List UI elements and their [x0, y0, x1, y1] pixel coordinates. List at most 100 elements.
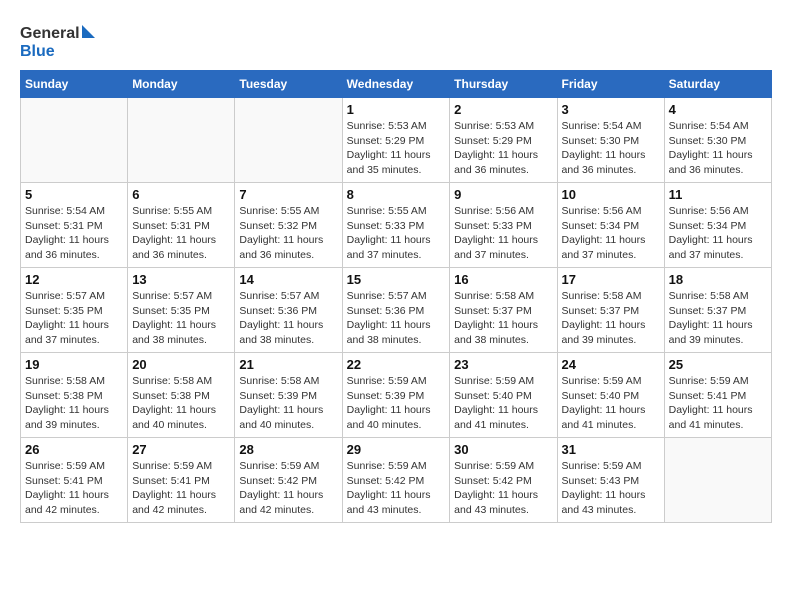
calendar-cell: 15 Sunrise: 5:57 AMSunset: 5:36 PMDayligh… — [342, 268, 450, 353]
day-number: 1 — [347, 102, 446, 117]
calendar-cell: 9Sunrise: 5:56 AMSunset: 5:33 PMDaylight… — [450, 183, 557, 268]
page-header: GeneralBlue — [20, 20, 772, 60]
week-row-5: 26 Sunrise: 5:59 AMSunset: 5:41 PMDayligh… — [21, 438, 772, 523]
day-number: 7 — [239, 187, 337, 202]
day-number: 28 — [239, 442, 337, 457]
day-info: Sunrise: 5:53 AMSunset: 5:29 PMDaylight:… — [454, 119, 552, 178]
calendar-cell: 28 Sunrise: 5:59 AMSunset: 5:42 PMDayligh… — [235, 438, 342, 523]
day-number: 25 — [669, 357, 767, 372]
day-info: Sunrise: 5:57 AMSunset: 5:36 PMDaylight:… — [239, 289, 337, 348]
calendar-cell — [235, 98, 342, 183]
calendar-cell: 24Sunrise: 5:59 AMSunset: 5:40 PMDayligh… — [557, 353, 664, 438]
day-number: 23 — [454, 357, 552, 372]
day-number: 19 — [25, 357, 123, 372]
calendar-cell: 13Sunrise: 5:57 AMSunset: 5:35 PMDayligh… — [128, 268, 235, 353]
day-info: Sunrise: 5:58 AMSunset: 5:38 PMDaylight:… — [25, 374, 123, 433]
day-info: Sunrise: 5:55 AMSunset: 5:33 PMDaylight:… — [347, 204, 446, 263]
weekday-header-sunday: Sunday — [21, 71, 128, 98]
day-info: Sunrise: 5:59 AMSunset: 5:41 PMDaylight:… — [669, 374, 767, 433]
week-row-4: 19 Sunrise: 5:58 AMSunset: 5:38 PMDayligh… — [21, 353, 772, 438]
day-number: 30 — [454, 442, 552, 457]
calendar-cell: 11 Sunrise: 5:56 AMSunset: 5:34 PMDayligh… — [664, 183, 771, 268]
day-info: Sunrise: 5:58 AMSunset: 5:37 PMDaylight:… — [562, 289, 660, 348]
calendar-cell: 1 Sunrise: 5:53 AMSunset: 5:29 PMDaylight… — [342, 98, 450, 183]
calendar-cell: 12Sunrise: 5:57 AMSunset: 5:35 PMDayligh… — [21, 268, 128, 353]
day-number: 20 — [132, 357, 230, 372]
day-number: 14 — [239, 272, 337, 287]
day-number: 5 — [25, 187, 123, 202]
weekday-header-tuesday: Tuesday — [235, 71, 342, 98]
week-row-1: 1 Sunrise: 5:53 AMSunset: 5:29 PMDaylight… — [21, 98, 772, 183]
calendar-cell: 18Sunrise: 5:58 AMSunset: 5:37 PMDayligh… — [664, 268, 771, 353]
day-info: Sunrise: 5:58 AMSunset: 5:39 PMDaylight:… — [239, 374, 337, 433]
day-info: Sunrise: 5:54 AMSunset: 5:30 PMDaylight:… — [562, 119, 660, 178]
day-number: 22 — [347, 357, 446, 372]
day-info: Sunrise: 5:58 AMSunset: 5:37 PMDaylight:… — [454, 289, 552, 348]
day-number: 31 — [562, 442, 660, 457]
calendar-cell: 8Sunrise: 5:55 AMSunset: 5:33 PMDaylight… — [342, 183, 450, 268]
day-number: 16 — [454, 272, 552, 287]
logo-svg: GeneralBlue — [20, 20, 100, 60]
week-row-2: 5 Sunrise: 5:54 AMSunset: 5:31 PMDaylight… — [21, 183, 772, 268]
day-info: Sunrise: 5:59 AMSunset: 5:41 PMDaylight:… — [25, 459, 123, 518]
day-number: 21 — [239, 357, 337, 372]
day-info: Sunrise: 5:59 AMSunset: 5:42 PMDaylight:… — [239, 459, 337, 518]
calendar-cell: 23 Sunrise: 5:59 AMSunset: 5:40 PMDayligh… — [450, 353, 557, 438]
day-number: 17 — [562, 272, 660, 287]
day-info: Sunrise: 5:59 AMSunset: 5:42 PMDaylight:… — [347, 459, 446, 518]
weekday-header-monday: Monday — [128, 71, 235, 98]
week-row-3: 12Sunrise: 5:57 AMSunset: 5:35 PMDayligh… — [21, 268, 772, 353]
calendar-cell: 22 Sunrise: 5:59 AMSunset: 5:39 PMDayligh… — [342, 353, 450, 438]
day-info: Sunrise: 5:59 AMSunset: 5:43 PMDaylight:… — [562, 459, 660, 518]
day-number: 6 — [132, 187, 230, 202]
day-info: Sunrise: 5:53 AMSunset: 5:29 PMDaylight:… — [347, 119, 446, 178]
day-info: Sunrise: 5:59 AMSunset: 5:40 PMDaylight:… — [454, 374, 552, 433]
calendar-table: SundayMondayTuesdayWednesdayThursdayFrid… — [20, 70, 772, 523]
calendar-cell: 5 Sunrise: 5:54 AMSunset: 5:31 PMDaylight… — [21, 183, 128, 268]
day-info: Sunrise: 5:55 AMSunset: 5:31 PMDaylight:… — [132, 204, 230, 263]
day-info: Sunrise: 5:54 AMSunset: 5:31 PMDaylight:… — [25, 204, 123, 263]
day-info: Sunrise: 5:56 AMSunset: 5:34 PMDaylight:… — [562, 204, 660, 263]
day-info: Sunrise: 5:59 AMSunset: 5:41 PMDaylight:… — [132, 459, 230, 518]
day-number: 15 — [347, 272, 446, 287]
calendar-cell: 17 Sunrise: 5:58 AMSunset: 5:37 PMDayligh… — [557, 268, 664, 353]
calendar-cell: 4 Sunrise: 5:54 AMSunset: 5:30 PMDaylight… — [664, 98, 771, 183]
day-info: Sunrise: 5:56 AMSunset: 5:34 PMDaylight:… — [669, 204, 767, 263]
day-number: 18 — [669, 272, 767, 287]
calendar-cell: 2 Sunrise: 5:53 AMSunset: 5:29 PMDaylight… — [450, 98, 557, 183]
day-info: Sunrise: 5:59 AMSunset: 5:39 PMDaylight:… — [347, 374, 446, 433]
calendar-cell: 31 Sunrise: 5:59 AMSunset: 5:43 PMDayligh… — [557, 438, 664, 523]
calendar-cell: 6 Sunrise: 5:55 AMSunset: 5:31 PMDaylight… — [128, 183, 235, 268]
svg-text:Blue: Blue — [20, 43, 55, 60]
day-info: Sunrise: 5:54 AMSunset: 5:30 PMDaylight:… — [669, 119, 767, 178]
weekday-header-row: SundayMondayTuesdayWednesdayThursdayFrid… — [21, 71, 772, 98]
day-number: 27 — [132, 442, 230, 457]
day-number: 4 — [669, 102, 767, 117]
day-number: 29 — [347, 442, 446, 457]
day-info: Sunrise: 5:56 AMSunset: 5:33 PMDaylight:… — [454, 204, 552, 263]
calendar-cell: 21 Sunrise: 5:58 AMSunset: 5:39 PMDayligh… — [235, 353, 342, 438]
logo: GeneralBlue — [20, 20, 100, 60]
calendar-cell: 19 Sunrise: 5:58 AMSunset: 5:38 PMDayligh… — [21, 353, 128, 438]
calendar-cell: 29 Sunrise: 5:59 AMSunset: 5:42 PMDayligh… — [342, 438, 450, 523]
day-number: 10 — [562, 187, 660, 202]
calendar-cell: 25 Sunrise: 5:59 AMSunset: 5:41 PMDayligh… — [664, 353, 771, 438]
calendar-cell: 14 Sunrise: 5:57 AMSunset: 5:36 PMDayligh… — [235, 268, 342, 353]
calendar-cell: 7Sunrise: 5:55 AMSunset: 5:32 PMDaylight… — [235, 183, 342, 268]
day-number: 26 — [25, 442, 123, 457]
day-number: 11 — [669, 187, 767, 202]
calendar-cell: 16 Sunrise: 5:58 AMSunset: 5:37 PMDayligh… — [450, 268, 557, 353]
calendar-cell: 3 Sunrise: 5:54 AMSunset: 5:30 PMDaylight… — [557, 98, 664, 183]
weekday-header-thursday: Thursday — [450, 71, 557, 98]
day-info: Sunrise: 5:57 AMSunset: 5:35 PMDaylight:… — [25, 289, 123, 348]
day-info: Sunrise: 5:59 AMSunset: 5:42 PMDaylight:… — [454, 459, 552, 518]
weekday-header-wednesday: Wednesday — [342, 71, 450, 98]
calendar-cell: 10 Sunrise: 5:56 AMSunset: 5:34 PMDayligh… — [557, 183, 664, 268]
day-info: Sunrise: 5:59 AMSunset: 5:40 PMDaylight:… — [562, 374, 660, 433]
day-number: 3 — [562, 102, 660, 117]
day-number: 2 — [454, 102, 552, 117]
calendar-cell: 20 Sunrise: 5:58 AMSunset: 5:38 PMDayligh… — [128, 353, 235, 438]
day-info: Sunrise: 5:58 AMSunset: 5:38 PMDaylight:… — [132, 374, 230, 433]
day-info: Sunrise: 5:57 AMSunset: 5:36 PMDaylight:… — [347, 289, 446, 348]
day-number: 13 — [132, 272, 230, 287]
